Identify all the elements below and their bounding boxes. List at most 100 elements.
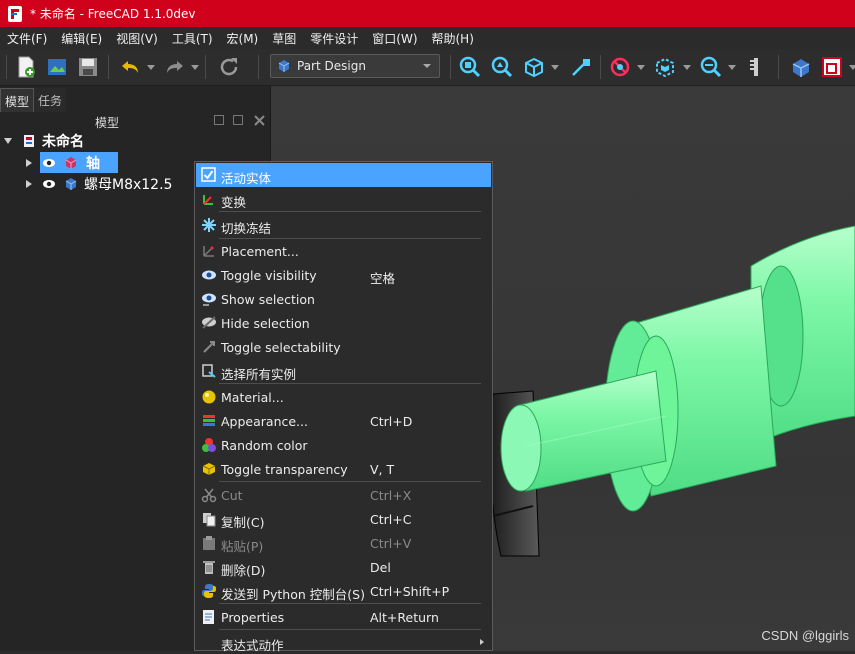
eye-icon[interactable] xyxy=(42,178,56,190)
view-cube-icon[interactable] xyxy=(522,55,546,79)
menu-window[interactable]: 窗口(W) xyxy=(365,30,424,47)
menu-item-transform[interactable]: 变换 xyxy=(196,187,491,211)
menu-item-label: Cut xyxy=(221,488,243,503)
fit-all-icon[interactable] xyxy=(458,55,482,79)
menu-item-shortcut: 空格 xyxy=(370,271,396,286)
menu-item-toggle-visibility[interactable]: Toggle visibility 空格 xyxy=(196,263,491,287)
menu-item-label: 选择所有实例 xyxy=(221,367,297,382)
tab-model[interactable]: 模型 xyxy=(0,88,35,112)
menu-item-label: 切换冻结 xyxy=(221,221,272,236)
undo-icon[interactable] xyxy=(119,55,143,79)
close-icon[interactable] xyxy=(254,115,265,126)
expand-arrow-icon[interactable] xyxy=(26,179,32,188)
random-color-icon xyxy=(202,438,216,452)
bounding-box-icon[interactable] xyxy=(653,55,677,79)
tab-tasks[interactable]: 任务 xyxy=(34,88,67,112)
menu-item-label: Placement... xyxy=(221,244,299,259)
menu-bar: 文件(F) 编辑(E) 视图(V) 工具(T) 宏(M) 草图 零件设计 窗口(… xyxy=(0,27,855,49)
menu-item-toggle-transparency[interactable]: Toggle transparency V, T xyxy=(196,457,491,481)
zoom-icon[interactable] xyxy=(699,55,723,79)
fit-selection-icon[interactable] xyxy=(490,55,514,79)
cursor-icon xyxy=(203,341,215,353)
menu-tools[interactable]: 工具(T) xyxy=(165,30,220,47)
redo-dropdown-icon[interactable] xyxy=(191,65,199,70)
menu-item-toggle-freeze[interactable]: 切换冻结 xyxy=(196,213,491,237)
menu-edit[interactable]: 编辑(E) xyxy=(54,30,109,47)
collapse-icon[interactable] xyxy=(214,115,224,125)
bounding-box-dropdown-icon[interactable] xyxy=(683,65,691,70)
new-document-icon[interactable] xyxy=(14,55,38,79)
menu-item-label: 变换 xyxy=(221,195,247,210)
appearance-icon xyxy=(203,415,215,426)
zoom-dropdown-icon[interactable] xyxy=(728,65,736,70)
menu-item-label: Random color xyxy=(221,438,308,453)
measure-icon[interactable] xyxy=(569,55,593,79)
properties-icon xyxy=(203,610,214,624)
workbench-selector[interactable]: Part Design xyxy=(270,54,440,78)
document-name: 未命名 xyxy=(42,134,84,150)
draw-style-dropdown-icon[interactable] xyxy=(637,65,645,70)
menu-item-cut[interactable]: Cut Ctrl+X xyxy=(196,483,491,507)
view-dropdown-icon[interactable] xyxy=(551,65,559,70)
menu-help[interactable]: 帮助(H) xyxy=(425,30,481,47)
eye-icon[interactable] xyxy=(42,157,56,169)
tree-item-nut-label: 螺母M8x12.5 xyxy=(84,176,173,193)
redo-icon[interactable] xyxy=(162,55,186,79)
expand-arrow-icon[interactable] xyxy=(4,138,12,144)
menu-item-properties[interactable]: Properties Alt+Return xyxy=(196,605,491,629)
menu-item-label: Toggle visibility xyxy=(221,268,317,283)
python-icon xyxy=(202,584,216,598)
menu-item-material[interactable]: Material... xyxy=(196,385,491,409)
menu-item-delete[interactable]: 删除(D) Del xyxy=(196,555,491,579)
menu-item-send-to-python[interactable]: 发送到 Python 控制台(S) Ctrl+Shift+P xyxy=(196,579,491,603)
toolbar-separator xyxy=(600,55,601,79)
toolbar-separator xyxy=(108,55,109,79)
menu-item-label: Show selection xyxy=(221,292,315,307)
part-design-icon xyxy=(278,60,290,72)
create-body-icon[interactable] xyxy=(789,55,813,79)
snowflake-icon xyxy=(202,218,216,232)
menu-item-copy[interactable]: 复制(C) Ctrl+C xyxy=(196,507,491,531)
menu-view[interactable]: 视图(V) xyxy=(109,30,165,47)
menu-item-shortcut: Ctrl+C xyxy=(370,512,412,527)
sketch-dropdown-icon[interactable] xyxy=(849,65,855,70)
menu-file[interactable]: 文件(F) xyxy=(0,30,54,47)
menu-separator xyxy=(219,383,481,384)
trash-icon xyxy=(203,561,215,574)
transform-icon xyxy=(203,195,213,205)
menu-item-appearance[interactable]: Appearance... Ctrl+D xyxy=(196,409,491,433)
menu-item-active-body[interactable]: 活动实体 xyxy=(196,163,491,187)
freecad-logo-icon xyxy=(8,5,22,22)
create-sketch-icon[interactable] xyxy=(820,55,844,79)
menu-item-show-selection[interactable]: Show selection xyxy=(196,287,491,311)
menu-item-shortcut: Ctrl+Shift+P xyxy=(370,584,450,599)
menu-sketch[interactable]: 草图 xyxy=(265,30,303,47)
menu-part-design[interactable]: 零件设计 xyxy=(303,30,365,47)
copy-icon xyxy=(203,513,216,527)
undo-dropdown-icon[interactable] xyxy=(147,65,155,70)
menu-item-shortcut: Ctrl+X xyxy=(370,488,412,503)
menu-item-hide-selection[interactable]: Hide selection xyxy=(196,311,491,335)
draw-style-icon[interactable] xyxy=(608,55,632,79)
menu-item-shortcut: Ctrl+D xyxy=(370,414,413,429)
menu-item-placement[interactable]: Placement... xyxy=(196,239,491,263)
workbench-label: Part Design xyxy=(297,59,366,73)
tree-item-body-label: 轴 xyxy=(86,155,100,172)
title-bar: * 未命名 - FreeCAD 1.1.0dev xyxy=(0,0,855,27)
menu-item-paste[interactable]: 粘贴(P) Ctrl+V xyxy=(196,531,491,555)
checkbox-icon xyxy=(201,167,216,182)
expand-arrow-icon[interactable] xyxy=(26,158,32,167)
menu-item-label: Material... xyxy=(221,390,284,405)
float-window-icon[interactable] xyxy=(233,115,243,125)
refresh-icon[interactable] xyxy=(217,55,241,79)
menu-item-toggle-selectability[interactable]: Toggle selectability xyxy=(196,335,491,359)
tree-item-document[interactable]: 未命名 xyxy=(0,130,270,152)
save-icon[interactable] xyxy=(76,55,100,79)
measure-tool-icon[interactable] xyxy=(744,55,768,79)
open-document-icon[interactable] xyxy=(45,55,69,79)
menu-item-expression-actions[interactable]: 表达式动作 xyxy=(196,630,491,654)
menu-item-random-color[interactable]: Random color xyxy=(196,433,491,457)
menu-separator xyxy=(219,481,481,482)
menu-macro[interactable]: 宏(M) xyxy=(220,30,266,47)
menu-item-select-all-instances[interactable]: 选择所有实例 xyxy=(196,359,491,383)
